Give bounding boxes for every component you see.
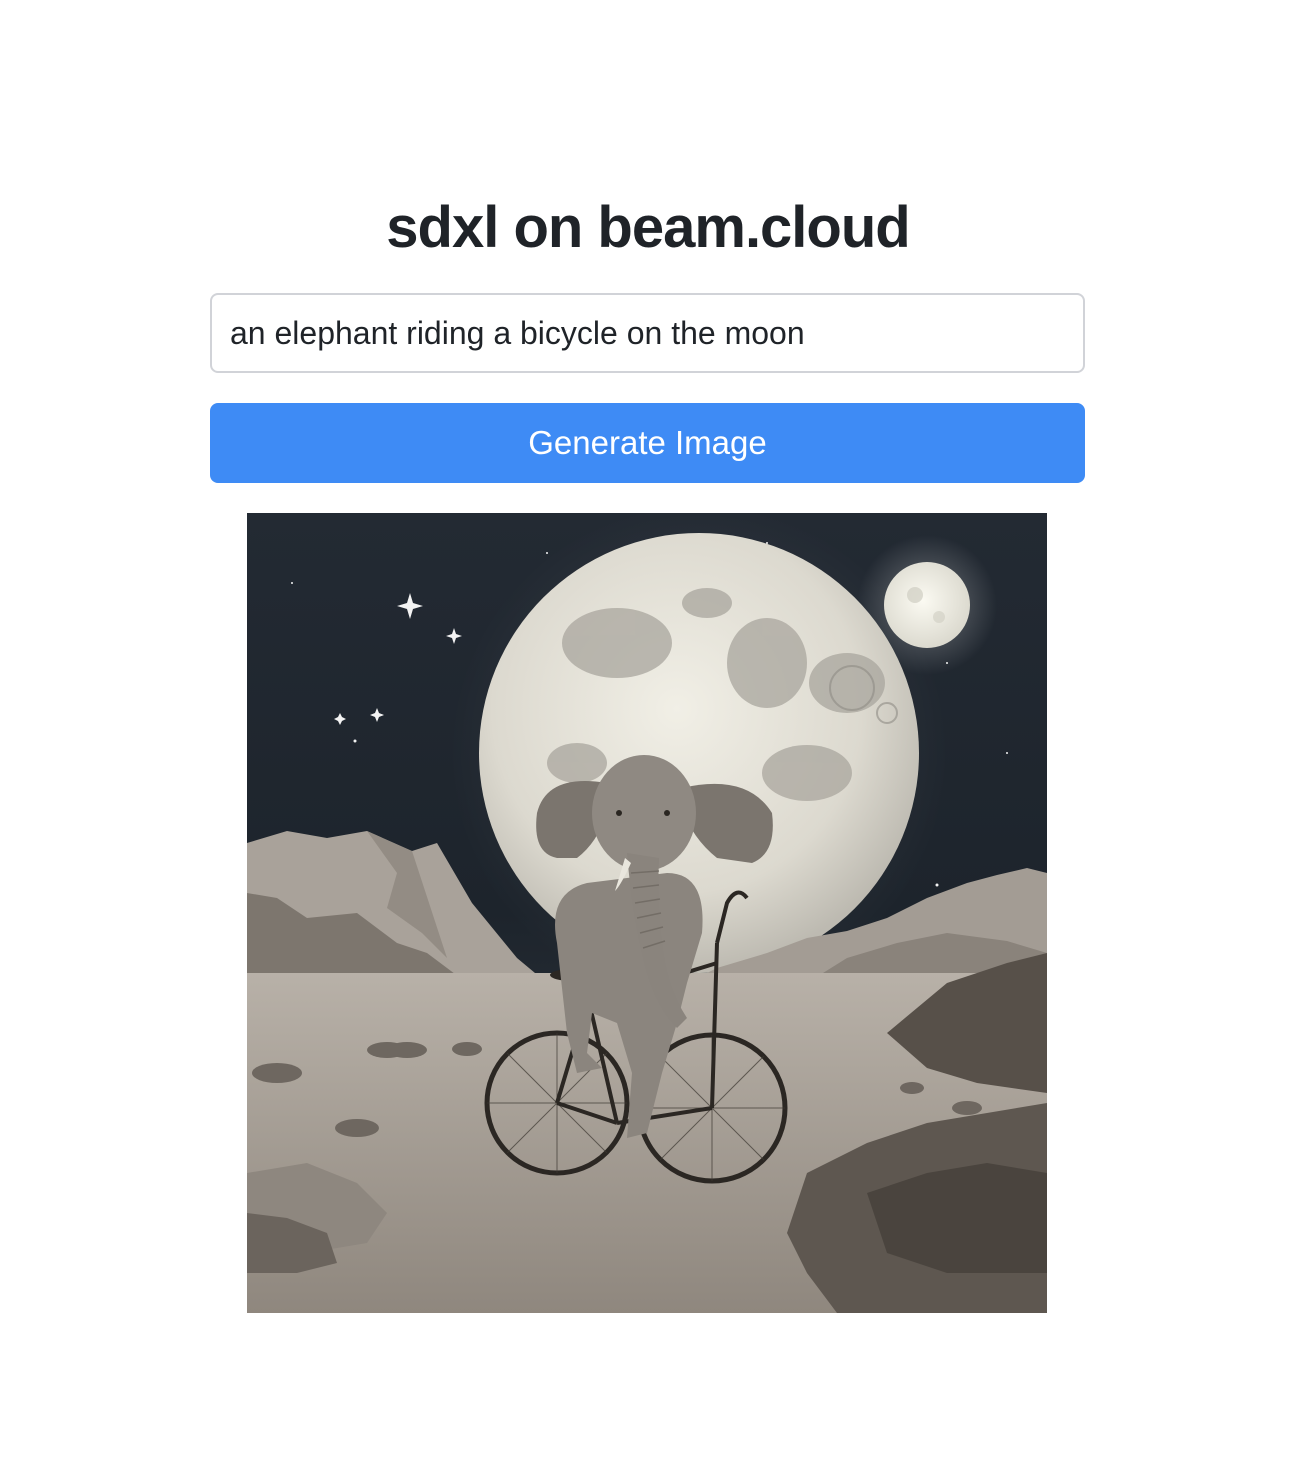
generate-image-button[interactable]: Generate Image xyxy=(210,403,1085,483)
page-title: sdxl on beam.cloud xyxy=(386,195,910,260)
generated-image xyxy=(247,513,1047,1313)
prompt-input[interactable] xyxy=(210,293,1085,373)
